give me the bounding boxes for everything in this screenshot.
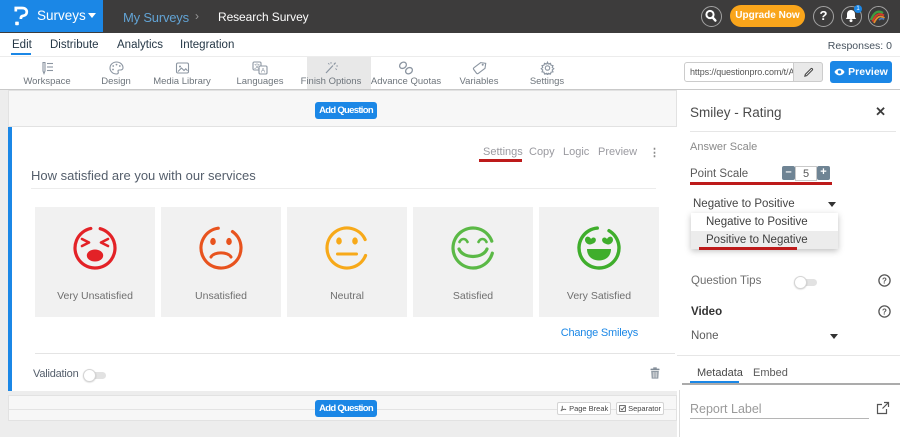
svg-text:?: ?: [882, 276, 887, 285]
svg-text:文: 文: [254, 62, 260, 70]
svg-text:?: ?: [882, 307, 887, 316]
svg-text:A: A: [261, 68, 266, 75]
